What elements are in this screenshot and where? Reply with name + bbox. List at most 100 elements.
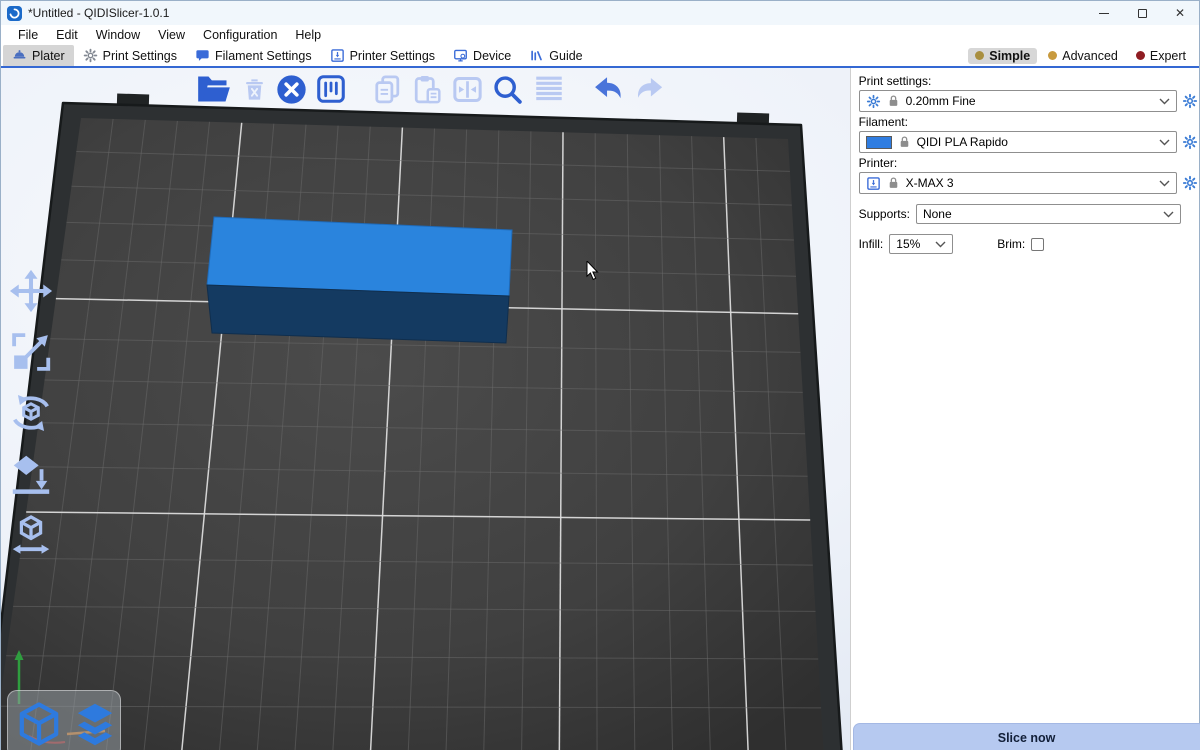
window-title: *Untitled - QIDISlicer-1.0.1 [28,6,169,20]
maximize-button[interactable] [1123,1,1161,25]
copy-button[interactable] [371,73,404,106]
split-icon [451,73,484,106]
lock-icon [887,94,900,108]
rotate-icon [8,390,54,436]
menu-view[interactable]: View [149,26,194,44]
printer-label: Printer: [859,156,1199,170]
gizmo-toolbar [8,268,54,558]
supports-select[interactable]: None [916,204,1181,224]
tab-plater[interactable]: Plater [3,45,74,66]
lock-icon [887,176,900,190]
mode-dot-icon [1048,51,1057,60]
printer-icon [330,48,345,63]
printer-icon [866,176,881,191]
brim-checkbox[interactable] [1031,238,1044,251]
open-button[interactable] [194,69,234,109]
mode-label: Expert [1150,49,1186,63]
print-bed-scene [1,68,850,750]
menu-window[interactable]: Window [87,26,149,44]
lock-icon [898,135,911,149]
printer-select[interactable]: X-MAX 3 [859,172,1177,194]
mode-dot-icon [975,51,984,60]
delete-all-button[interactable] [275,73,308,106]
view-3d-editor-button[interactable] [14,699,64,749]
tab-filament-settings[interactable]: Filament Settings [186,45,321,66]
guide-icon [529,48,544,63]
slice-now-button[interactable]: Slice now [853,723,1200,750]
print-settings-select[interactable]: 0.20mm Fine [859,90,1177,112]
printer-value: X-MAX 3 [906,176,1153,190]
title-bar: *Untitled - QIDISlicer-1.0.1 ✕ [1,1,1199,25]
undo-icon [591,72,626,107]
filament-icon [195,48,210,63]
move-icon [8,268,54,314]
menu-edit[interactable]: Edit [47,26,87,44]
view-switcher-panel [7,690,121,750]
measure-icon [8,512,54,558]
tab-device[interactable]: Device [444,45,520,66]
redo-button[interactable] [633,73,666,106]
infill-select[interactable]: 15% [889,234,953,254]
tab-label: Print Settings [103,49,177,63]
gear-icon [866,94,881,109]
search-button[interactable] [491,73,524,106]
open-folder-icon [194,69,234,109]
delete-button[interactable] [241,76,268,103]
arrange-button[interactable] [315,73,347,105]
menu-file[interactable]: File [9,26,47,44]
mode-expert[interactable]: Expert [1129,48,1193,64]
printer-edit-button[interactable] [1182,175,1198,191]
minimize-button[interactable] [1085,1,1123,25]
mode-dot-icon [1136,51,1145,60]
brim-label: Brim: [997,237,1025,251]
menu-configuration[interactable]: Configuration [194,26,286,44]
tab-guide[interactable]: Guide [520,45,591,66]
menu-bar: FileEditWindowViewConfigurationHelp [1,25,1199,45]
tab-print-settings[interactable]: Print Settings [74,45,186,66]
tab-label: Printer Settings [350,49,435,63]
chevron-down-icon [1163,211,1174,218]
mode-advanced[interactable]: Advanced [1041,48,1125,64]
view-preview-button[interactable] [70,699,120,749]
plater-toolbar [194,70,666,108]
flatten-icon [8,451,54,497]
search-icon [491,73,524,106]
infill-label: Infill: [859,237,884,251]
measure-tool[interactable] [8,512,54,558]
rotate-tool[interactable] [8,390,54,436]
model-object[interactable] [207,217,512,343]
mode-switcher: Simple Advanced Expert [968,45,1199,66]
scale-tool[interactable] [8,329,54,375]
menu-help[interactable]: Help [286,26,330,44]
app-logo-icon [7,6,22,21]
move-tool[interactable] [8,268,54,314]
mode-label: Advanced [1062,49,1118,63]
arrange-icon [315,73,347,105]
paste-button[interactable] [411,73,444,106]
print-settings-edit-button[interactable] [1182,93,1198,109]
print-bed [1,94,842,750]
device-icon [453,48,468,63]
close-button[interactable]: ✕ [1161,1,1199,25]
undo-button[interactable] [591,72,626,107]
filament-edit-button[interactable] [1182,134,1198,150]
3d-viewport[interactable] [1,68,850,750]
copy-icon [371,73,404,106]
filament-label: Filament: [859,115,1199,129]
settings-sidebar: Print settings: 0.20mm Fine Filament: QI… [850,68,1199,750]
layers-button[interactable] [531,71,567,107]
chevron-down-icon [1159,98,1170,105]
filament-select[interactable]: QIDI PLA Rapido [859,131,1177,153]
lines-icon [531,71,567,107]
mode-simple[interactable]: Simple [968,48,1037,64]
tab-label: Filament Settings [215,49,312,63]
infill-value: 15% [896,237,929,251]
split-button[interactable] [451,73,484,106]
cube-view-icon [14,699,64,749]
tab-printer-settings[interactable]: Printer Settings [321,45,444,66]
app-window: *Untitled - QIDISlicer-1.0.1 ✕ FileEditW… [0,0,1200,750]
filament-color-swatch [866,136,892,149]
mode-label: Simple [989,49,1030,63]
chevron-down-icon [935,241,946,248]
place-on-face-tool[interactable] [8,451,54,497]
